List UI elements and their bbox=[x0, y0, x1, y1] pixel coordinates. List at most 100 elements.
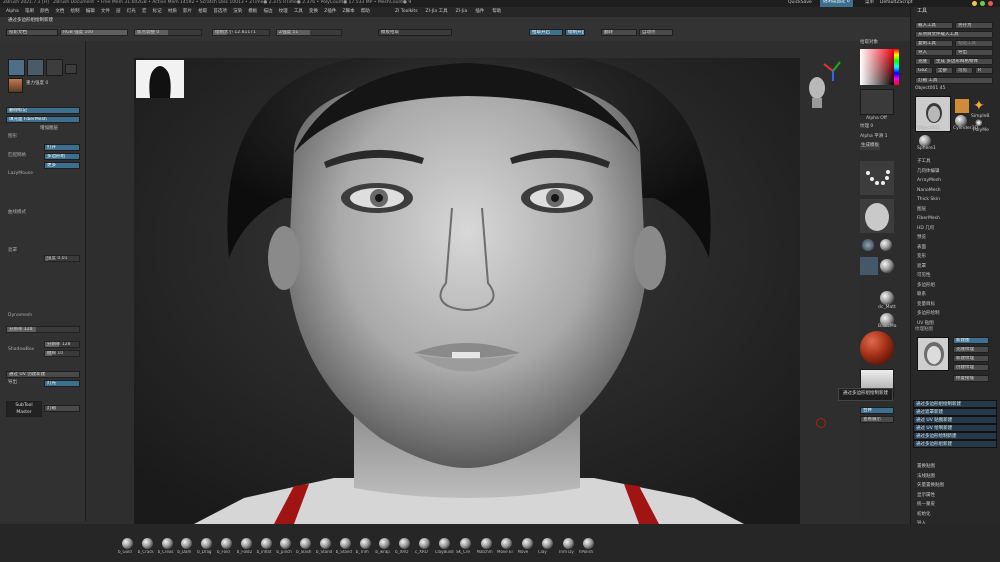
save-as-button[interactable]: 另存为 bbox=[955, 22, 993, 29]
brush-slot[interactable]: b_Drag bbox=[197, 538, 217, 558]
section-mask[interactable]: 遮罩 bbox=[8, 248, 17, 254]
r-button[interactable]: R bbox=[975, 67, 993, 74]
section-curve-mode[interactable]: 曲线模式 bbox=[8, 210, 26, 216]
alpha-slot[interactable] bbox=[860, 89, 894, 115]
stroke-icon[interactable] bbox=[27, 59, 44, 76]
brush-slot[interactable]: b_Fold2 bbox=[237, 538, 257, 558]
default-zscript[interactable]: DefaultZScript bbox=[880, 0, 913, 6]
copy-tool-button[interactable]: 复制工具 bbox=[915, 40, 953, 47]
material-swatch-icon[interactable] bbox=[8, 78, 23, 93]
material-icon-1[interactable] bbox=[862, 239, 874, 251]
menu-item[interactable]: 笔刷 bbox=[25, 9, 34, 15]
z-intensity-slider[interactable]: Z强度 51 bbox=[276, 29, 342, 36]
create-texture-button[interactable]: 创建纹理 bbox=[953, 364, 989, 371]
brush-slot[interactable]: b_Slash bbox=[296, 538, 316, 558]
hue-slider[interactable] bbox=[894, 49, 899, 85]
brush-slot[interactable]: b_Trim bbox=[356, 538, 376, 558]
tool-submenu-item[interactable]: 几何体编辑 bbox=[911, 167, 999, 177]
orientation-head-icon[interactable] bbox=[806, 74, 828, 110]
menu-item[interactable]: 渲染 bbox=[233, 9, 242, 15]
export-button[interactable]: 导出 bbox=[955, 49, 993, 56]
brush-slot[interactable]: b_Creas bbox=[158, 538, 178, 558]
menu-item[interactable]: Z插件 bbox=[324, 9, 336, 15]
menu-item[interactable]: 材质 bbox=[168, 9, 177, 15]
texture-icon[interactable] bbox=[65, 64, 77, 74]
menu-item[interactable]: 文件 bbox=[101, 9, 110, 15]
resolution-slider[interactable]: 分辨率 128 bbox=[6, 326, 80, 333]
draw-on-button[interactable]: 绘制开启 bbox=[565, 29, 585, 36]
menu-item[interactable]: 层 bbox=[116, 9, 121, 15]
menu-extra-item[interactable]: ZI-Jia bbox=[456, 9, 468, 15]
texture-map-label[interactable]: 纹理贴图 bbox=[915, 327, 933, 333]
brush-stroke-icon[interactable] bbox=[860, 199, 894, 233]
texture-action-button[interactable]: 通过多边形组绘制新建 bbox=[913, 400, 997, 408]
tool-submenu-item[interactable]: 矢量置换贴图 bbox=[911, 481, 999, 491]
texture-action-button[interactable]: 通过 UV 贴图新建 bbox=[913, 416, 997, 424]
section-shape[interactable]: 图形 bbox=[8, 134, 17, 140]
rgb-intensity-slider[interactable]: RGB 强度 100 bbox=[60, 29, 128, 36]
minimize-icon[interactable] bbox=[972, 1, 977, 6]
tool-submenu-item[interactable]: 预览 bbox=[911, 233, 999, 243]
tool-submenu-item[interactable]: 子工具 bbox=[911, 157, 999, 167]
tool-submenu-item[interactable]: 可见性 bbox=[911, 271, 999, 281]
tool-submenu-item[interactable]: 置换贴图 bbox=[911, 462, 999, 472]
menu-item[interactable]: 宏 bbox=[142, 9, 147, 15]
all-button[interactable]: 全部 bbox=[935, 67, 953, 74]
menu-item[interactable]: 首选项 bbox=[213, 9, 227, 15]
tool-submenu-item[interactable]: 多边形绘制 bbox=[911, 309, 999, 319]
menu-item[interactable]: 模板 bbox=[248, 9, 257, 15]
texture-action-button[interactable]: 通过多边形绘制新建 bbox=[913, 432, 997, 440]
quicksave-button[interactable]: QuickSave bbox=[788, 0, 812, 6]
transparency-indicator[interactable]: 透明度固定 0 bbox=[820, 0, 853, 7]
focal-shift-slider[interactable]: 焦点调整 0 bbox=[134, 29, 202, 36]
menu-item[interactable]: 变换 bbox=[309, 9, 318, 15]
brush-slot[interactable]: b_pinch bbox=[276, 538, 296, 558]
paste-tool-button[interactable]: 粘贴工具 bbox=[955, 40, 993, 47]
menu-item[interactable]: 工具 bbox=[294, 9, 303, 15]
menu-item[interactable]: 帮助 bbox=[361, 9, 370, 15]
brush-slot[interactable]: Move El bbox=[497, 538, 518, 558]
skin-material-icon[interactable] bbox=[860, 331, 894, 365]
menu-item[interactable]: Z脚本 bbox=[343, 9, 355, 15]
canvas-tool-icon[interactable] bbox=[860, 257, 878, 275]
goz-button[interactable]: GoZ bbox=[915, 67, 933, 74]
menu-item[interactable]: 拾取 bbox=[198, 9, 207, 15]
standard-brush-icon[interactable] bbox=[8, 59, 25, 76]
clone-button[interactable]: 克隆 bbox=[915, 58, 931, 65]
brush-slot[interactable]: ClayBuild bbox=[435, 538, 455, 558]
menu-item[interactable]: Alpha bbox=[6, 9, 19, 15]
tool-submenu-item[interactable]: 多边形组 bbox=[911, 281, 999, 291]
generate-template-button[interactable]: 生成模板 bbox=[860, 143, 880, 150]
brush-slot[interactable]: b_inflat bbox=[257, 538, 277, 558]
subtool-master-button[interactable]: SubTool Master bbox=[6, 401, 42, 417]
fix-seam-button[interactable]: 修复接缝 bbox=[953, 375, 989, 382]
brush-slot[interactable]: hPolish bbox=[579, 538, 600, 558]
add-layer-label[interactable]: 增加图层 bbox=[40, 126, 58, 132]
tool-submenu-item[interactable]: 显示属性 bbox=[911, 491, 999, 501]
section-match-mesh[interactable]: 匹配网格 bbox=[8, 153, 26, 159]
menu-item[interactable]: 标记 bbox=[153, 9, 162, 15]
merge-button[interactable]: 合并 bbox=[860, 407, 894, 414]
matt-material-icon[interactable] bbox=[880, 291, 894, 305]
light-button[interactable]: 灯光 bbox=[44, 380, 80, 387]
texture-action-button[interactable]: 通过 UV 绘制新建 bbox=[913, 424, 997, 432]
import-button[interactable]: 导入 bbox=[915, 49, 953, 56]
alpha-preview-thumbnail[interactable] bbox=[136, 60, 184, 98]
auto-point-button[interactable]: 自动点 bbox=[639, 29, 673, 36]
tool-submenu-item[interactable]: 联系 bbox=[911, 290, 999, 300]
section-shadowbox[interactable]: ShadowBox bbox=[8, 347, 34, 353]
tool-submenu-item[interactable]: HD 几何 bbox=[911, 224, 999, 234]
menu-item[interactable]: 编辑 bbox=[86, 9, 95, 15]
more-button[interactable]: 更多 bbox=[44, 162, 80, 169]
cylinder-thumb-icon[interactable] bbox=[955, 99, 969, 113]
section-lazymouse[interactable]: LazyMouse bbox=[8, 171, 33, 177]
brush-slot[interactable]: Matchm bbox=[477, 538, 498, 558]
visible-button[interactable]: 可见 bbox=[955, 67, 973, 74]
document-canvas[interactable] bbox=[134, 58, 800, 524]
polygroup-button[interactable]: 多边形组 bbox=[44, 153, 80, 160]
blur-slider[interactable]: 强度 0.01 bbox=[44, 255, 80, 262]
tool-submenu-item[interactable]: FiberMesh bbox=[911, 214, 999, 224]
material-icon-3[interactable] bbox=[880, 259, 894, 273]
brush-slot[interactable]: Move bbox=[518, 538, 539, 558]
brush-slot[interactable]: SK_Cre bbox=[456, 538, 477, 558]
